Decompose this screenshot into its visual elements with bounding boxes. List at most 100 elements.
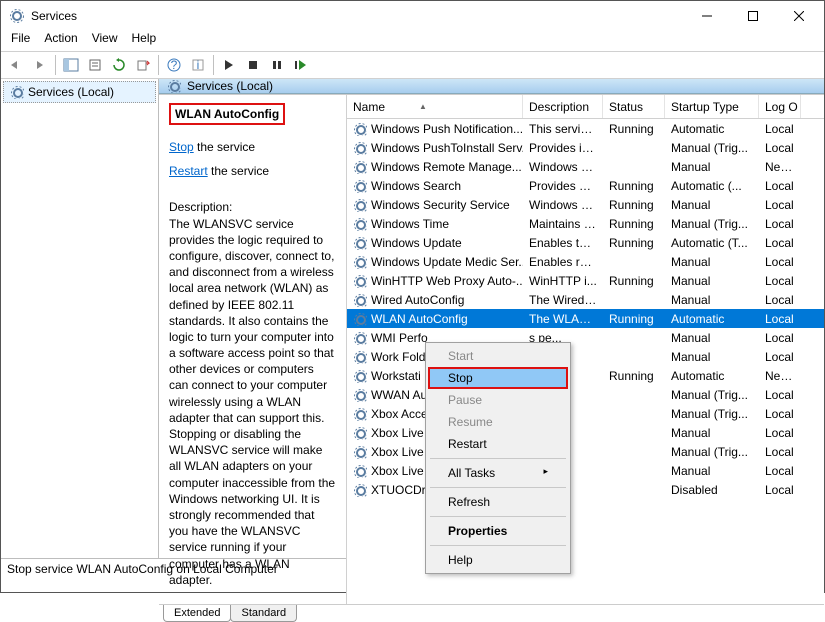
gear-icon xyxy=(353,255,367,269)
gear-icon xyxy=(353,312,367,326)
stop-link[interactable]: Stop xyxy=(169,140,194,154)
gear-icon xyxy=(353,198,367,212)
col-name[interactable]: Name▲ xyxy=(347,95,523,118)
sort-asc-icon: ▲ xyxy=(419,102,427,111)
gear-icon xyxy=(353,350,367,364)
info-button[interactable]: i xyxy=(187,54,209,76)
gear-icon xyxy=(353,388,367,402)
description-label: Description: xyxy=(169,199,336,215)
description-body: The WLANSVC service provides the logic r… xyxy=(169,216,336,588)
service-row[interactable]: Windows TimeMaintains d...RunningManual … xyxy=(347,214,824,233)
gear-icon xyxy=(353,426,367,440)
menu-file[interactable]: File xyxy=(11,31,30,51)
tree-node-services-local[interactable]: Services (Local) xyxy=(3,81,156,103)
gear-icon xyxy=(353,483,367,497)
tab-extended[interactable]: Extended xyxy=(163,605,231,622)
ctx-properties[interactable]: Properties xyxy=(428,520,568,542)
service-row[interactable]: WLAN AutoConfigThe WLANS...RunningAutoma… xyxy=(347,309,824,328)
app-icon xyxy=(9,8,25,24)
gear-icon xyxy=(353,331,367,345)
menu-help[interactable]: Help xyxy=(132,31,157,51)
export-button[interactable] xyxy=(132,54,154,76)
gear-icon xyxy=(353,236,367,250)
service-list: Name▲ Description Status Startup Type Lo… xyxy=(347,95,824,604)
view-tabs: Extended Standard xyxy=(159,604,824,622)
minimize-button[interactable] xyxy=(684,1,730,31)
service-row[interactable]: Xbox Livevice ...ManualLocal xyxy=(347,461,824,480)
gear-icon xyxy=(353,217,367,231)
ctx-start: Start xyxy=(428,345,568,367)
menu-action[interactable]: Action xyxy=(44,31,77,51)
service-row[interactable]: XTUOCDrivDisabledLocal xyxy=(347,480,824,499)
stop-service-button[interactable] xyxy=(242,54,264,76)
gear-icon xyxy=(353,369,367,383)
service-row[interactable]: Windows PushToInstall Serv...Provides in… xyxy=(347,138,824,157)
refresh-button[interactable] xyxy=(108,54,130,76)
service-row[interactable]: Xbox Lives au...ManualLocal xyxy=(347,423,824,442)
col-status[interactable]: Status xyxy=(603,95,665,118)
gear-icon xyxy=(353,293,367,307)
gear-icon xyxy=(353,445,367,459)
selected-service-name: WLAN AutoConfig xyxy=(169,103,285,125)
service-row[interactable]: WMI Perfos pe...ManualLocal xyxy=(347,328,824,347)
service-row[interactable]: Wired AutoConfigThe Wired A...ManualLoca… xyxy=(347,290,824,309)
ctx-refresh[interactable]: Refresh xyxy=(428,491,568,513)
help-button[interactable]: ? xyxy=(163,54,185,76)
service-row[interactable]: Windows Update Medic Ser...Enables rem..… xyxy=(347,252,824,271)
col-logon[interactable]: Log O xyxy=(759,95,801,118)
service-row[interactable]: Workstatiand ...RunningAutomaticNetwo xyxy=(347,366,824,385)
menu-view[interactable]: View xyxy=(92,31,118,51)
maximize-button[interactable] xyxy=(730,1,776,31)
gear-icon xyxy=(353,160,367,174)
gear-icon xyxy=(353,464,367,478)
context-menu: Start Stop Pause Resume Restart All Task… xyxy=(425,342,571,574)
restart-link[interactable]: Restart xyxy=(169,164,208,178)
detail-pane: WLAN AutoConfig Stop the service Restart… xyxy=(159,95,347,604)
gear-icon xyxy=(167,79,181,93)
start-service-button[interactable] xyxy=(218,54,240,76)
col-startup[interactable]: Startup Type xyxy=(665,95,759,118)
service-row[interactable]: Windows Security ServiceWindows Se...Run… xyxy=(347,195,824,214)
gear-icon xyxy=(353,179,367,193)
gear-icon xyxy=(10,85,24,99)
column-headers: Name▲ Description Status Startup Type Lo… xyxy=(347,95,824,119)
pane-header: Services (Local) xyxy=(159,79,824,94)
service-row[interactable]: Windows Push Notification...This service… xyxy=(347,119,824,138)
window-title: Services xyxy=(31,9,684,23)
svg-text:i: i xyxy=(197,58,200,72)
service-row[interactable]: Work Foldvice ...ManualLocal xyxy=(347,347,824,366)
ctx-help[interactable]: Help xyxy=(428,549,568,571)
ctx-stop[interactable]: Stop xyxy=(428,367,568,389)
pane-header-title: Services (Local) xyxy=(187,79,273,93)
restart-service-button[interactable] xyxy=(290,54,312,76)
title-bar: Services xyxy=(1,1,824,31)
ctx-pause: Pause xyxy=(428,389,568,411)
gear-icon xyxy=(353,141,367,155)
ctx-restart[interactable]: Restart xyxy=(428,433,568,455)
tree-node-label: Services (Local) xyxy=(28,85,114,99)
toolbar: ? i xyxy=(1,51,824,79)
pause-service-button[interactable] xyxy=(266,54,288,76)
service-row[interactable]: Windows UpdateEnables the ...RunningAuto… xyxy=(347,233,824,252)
service-row[interactable]: WinHTTP Web Proxy Auto-...WinHTTP i...Ru… xyxy=(347,271,824,290)
menu-bar: File Action View Help xyxy=(1,31,824,51)
gear-icon xyxy=(353,122,367,136)
service-row[interactable]: WWAN Auvice ...Manual (Trig...Local xyxy=(347,385,824,404)
gear-icon xyxy=(353,407,367,421)
ctx-all-tasks[interactable]: All Tasks xyxy=(428,462,568,484)
gear-icon xyxy=(353,274,367,288)
service-row[interactable]: Windows Remote Manage...Windows R...Manu… xyxy=(347,157,824,176)
service-row[interactable]: Xbox Livevice ...Manual (Trig...Local xyxy=(347,442,824,461)
forward-button[interactable] xyxy=(29,54,51,76)
properties-button[interactable] xyxy=(84,54,106,76)
service-row[interactable]: Xbox Accevice ...Manual (Trig...Local xyxy=(347,404,824,423)
ctx-resume: Resume xyxy=(428,411,568,433)
show-hide-tree-button[interactable] xyxy=(60,54,82,76)
tree-pane: Services (Local) xyxy=(1,79,159,558)
svg-text:?: ? xyxy=(171,58,178,72)
tab-standard[interactable]: Standard xyxy=(230,605,297,622)
close-button[interactable] xyxy=(776,1,822,31)
back-button[interactable] xyxy=(5,54,27,76)
col-description[interactable]: Description xyxy=(523,95,603,118)
service-row[interactable]: Windows SearchProvides co...RunningAutom… xyxy=(347,176,824,195)
